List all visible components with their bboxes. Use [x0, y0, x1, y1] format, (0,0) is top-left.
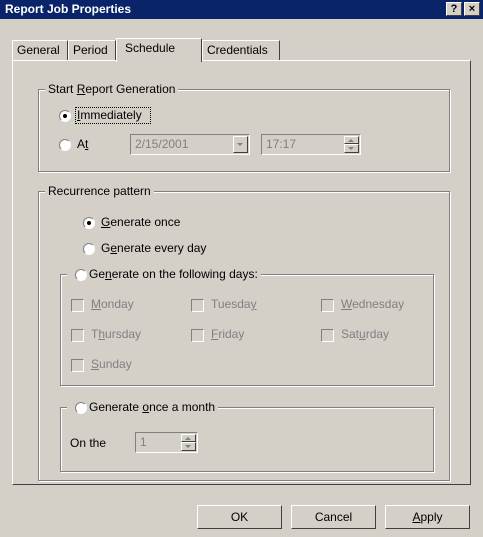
- help-button[interactable]: ?: [446, 2, 462, 16]
- title-bar: Report Job Properties ? ×: [0, 0, 483, 19]
- report-job-properties-dialog: Report Job Properties ? × Start Report G…: [0, 0, 483, 537]
- arrow-down-icon: [185, 445, 191, 448]
- start-report-generation-group: Start Report Generation Immediately At 2…: [38, 82, 450, 172]
- tab-credentials[interactable]: Credentials: [202, 40, 280, 60]
- following-days-group: Generate on the following days: Monday T…: [60, 267, 434, 386]
- date-value: 2/15/2001: [135, 137, 189, 151]
- thursday-checkbox[interactable]: [71, 329, 84, 342]
- wednesday-label[interactable]: Wednesday: [341, 297, 404, 311]
- generate-every-day-radio[interactable]: [83, 243, 95, 255]
- saturday-label[interactable]: Saturday: [341, 327, 389, 341]
- sunday-checkbox[interactable]: [71, 359, 84, 372]
- time-field[interactable]: 17:17: [261, 134, 361, 155]
- generate-every-day-label[interactable]: Generate every day: [101, 241, 206, 255]
- on-the-label: On the: [70, 436, 107, 450]
- recurrence-pattern-group: Recurrence pattern Generate once Generat…: [38, 184, 450, 481]
- close-button[interactable]: ×: [464, 2, 480, 16]
- day-spin-down[interactable]: [181, 442, 196, 451]
- immediately-label[interactable]: Immediately: [75, 107, 151, 124]
- friday-label[interactable]: Friday: [211, 327, 244, 341]
- monday-checkbox[interactable]: [71, 299, 84, 312]
- date-dropdown-button[interactable]: [233, 136, 248, 153]
- day-spin-up[interactable]: [181, 434, 196, 442]
- date-picker[interactable]: 2/15/2001: [130, 134, 250, 155]
- arrow-up-icon: [185, 437, 191, 440]
- time-spin-down[interactable]: [344, 144, 359, 153]
- at-radio[interactable]: [59, 139, 71, 151]
- apply-button[interactable]: Apply: [385, 505, 470, 529]
- day-of-month-field[interactable]: 1: [135, 432, 198, 453]
- recurrence-pattern-legend: Recurrence pattern: [45, 184, 154, 198]
- day-of-month-value: 1: [140, 435, 147, 449]
- tab-period[interactable]: Period: [68, 40, 116, 60]
- schedule-tab-panel: Start Report Generation Immediately At 2…: [12, 60, 471, 485]
- tab-general[interactable]: General: [12, 40, 68, 60]
- monday-label[interactable]: Monday: [91, 297, 134, 311]
- generate-following-days-radio[interactable]: [75, 269, 87, 281]
- once-a-month-legend: Generate once a month: [67, 400, 219, 414]
- tuesday-label[interactable]: Tuesday: [211, 297, 257, 311]
- following-days-legend: Generate on the following days:: [67, 267, 261, 281]
- arrow-down-icon: [348, 147, 354, 150]
- sunday-label[interactable]: Sunday: [91, 357, 132, 371]
- focus-rect: [75, 107, 151, 124]
- time-value: 17:17: [266, 137, 297, 151]
- ok-button[interactable]: OK: [197, 505, 282, 529]
- generate-once-label[interactable]: Generate once: [101, 215, 180, 229]
- generate-once-radio[interactable]: [83, 217, 95, 229]
- immediately-radio[interactable]: [59, 110, 71, 122]
- chevron-down-icon: [237, 143, 243, 146]
- generate-once-a-month-radio[interactable]: [75, 402, 87, 414]
- arrow-up-icon: [348, 139, 354, 142]
- time-spin-up[interactable]: [344, 136, 359, 144]
- at-label[interactable]: At: [77, 137, 88, 151]
- thursday-label[interactable]: Thursday: [91, 327, 141, 341]
- wednesday-checkbox[interactable]: [321, 299, 334, 312]
- once-a-month-group: Generate once a month On the 1: [60, 400, 434, 472]
- cancel-button[interactable]: Cancel: [291, 505, 376, 529]
- tuesday-checkbox[interactable]: [191, 299, 204, 312]
- saturday-checkbox[interactable]: [321, 329, 334, 342]
- friday-checkbox[interactable]: [191, 329, 204, 342]
- window-title: Report Job Properties: [5, 2, 132, 16]
- start-report-generation-legend: Start Report Generation: [45, 82, 179, 96]
- tab-schedule[interactable]: Schedule: [116, 38, 202, 62]
